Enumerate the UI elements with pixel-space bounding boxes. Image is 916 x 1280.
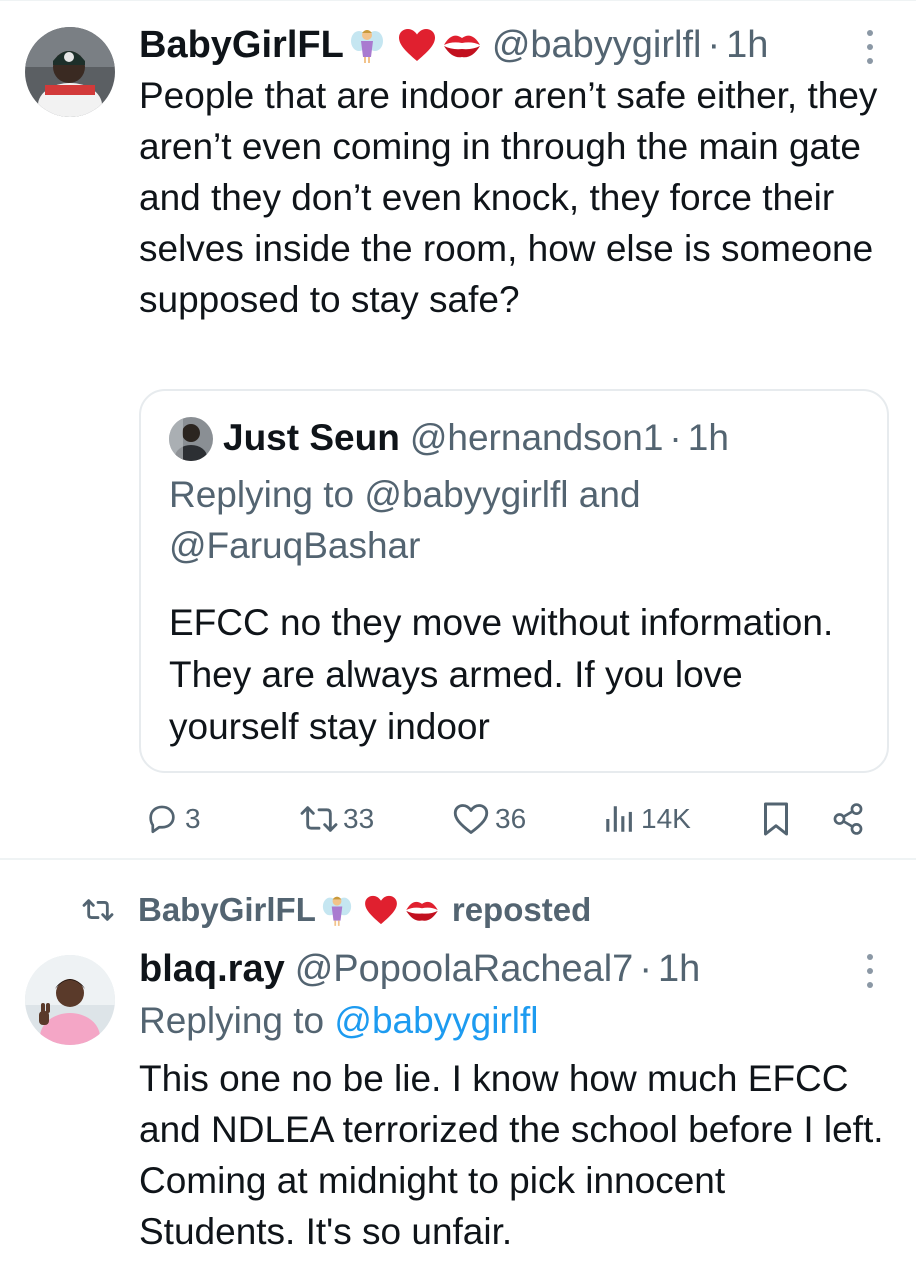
fairy-emoji-icon bbox=[350, 27, 384, 63]
action-bar: 3 33 36 14K bbox=[139, 796, 879, 842]
quoted-tweet-text: EFCC no they move without information. T… bbox=[169, 602, 834, 747]
kiss-mark-emoji-icon bbox=[442, 29, 482, 61]
fairy-emoji-icon bbox=[322, 894, 352, 926]
view-count: 14K bbox=[641, 803, 691, 834]
red-heart-emoji-icon bbox=[398, 28, 436, 62]
repost-button[interactable]: 33 bbox=[297, 796, 374, 842]
quoted-timestamp[interactable]: 1h bbox=[688, 417, 729, 459]
separator-dot: · bbox=[639, 948, 652, 990]
bookmark-button[interactable] bbox=[761, 796, 791, 842]
author-avatar[interactable] bbox=[25, 27, 115, 117]
tweet[interactable]: BabyGirlFL @babyygirlfl · 1h People that… bbox=[0, 0, 916, 858]
reposter-name[interactable]: BabyGirlFL bbox=[138, 891, 316, 929]
red-heart-emoji-icon bbox=[364, 895, 398, 925]
tweet[interactable]: BabyGirlFL reposted blaq.ray @PopoolaRac… bbox=[0, 860, 916, 1280]
more-options-icon[interactable] bbox=[864, 30, 876, 64]
quoted-author-handle[interactable]: @hernandson1 bbox=[410, 417, 664, 459]
reply-button[interactable]: 3 bbox=[145, 796, 201, 842]
tweet-text: This one no be lie. I know how much EFCC… bbox=[139, 1058, 884, 1252]
quoted-author-avatar[interactable] bbox=[169, 417, 213, 461]
author-handle[interactable]: @babyygirlfl bbox=[492, 21, 702, 69]
replying-to: Replying to @babyygirlfl bbox=[139, 995, 539, 1046]
author-name[interactable]: blaq.ray bbox=[139, 945, 285, 993]
author-avatar[interactable] bbox=[25, 955, 115, 1045]
share-button[interactable] bbox=[831, 796, 865, 842]
quoted-tweet-header: Just Seun @hernandson1 · 1h bbox=[223, 413, 729, 463]
bookmark-icon bbox=[764, 802, 788, 836]
reply-count: 3 bbox=[185, 803, 201, 834]
separator-dot: · bbox=[669, 417, 682, 458]
views-button[interactable]: 14K bbox=[603, 796, 691, 842]
reply-icon bbox=[149, 805, 175, 834]
kiss-mark-emoji-icon bbox=[404, 896, 440, 924]
repost-count: 33 bbox=[343, 803, 375, 834]
replying-to-label: Replying to bbox=[139, 1000, 325, 1041]
timestamp[interactable]: 1h bbox=[726, 21, 768, 69]
replying-to-handle-link[interactable]: @babyygirlfl bbox=[334, 1000, 538, 1041]
tweet-text: People that are indoor aren’t safe eithe… bbox=[139, 75, 878, 320]
repost-context: BabyGirlFL reposted bbox=[80, 888, 591, 932]
quoted-author-name[interactable]: Just Seun bbox=[223, 417, 400, 459]
like-count: 36 bbox=[495, 803, 527, 834]
author-name[interactable]: BabyGirlFL bbox=[139, 21, 344, 69]
tweet-header: blaq.ray @PopoolaRacheal7 · 1h bbox=[139, 945, 700, 993]
quoted-replying-to: Replying to @babyygirlfl and @FaruqBasha… bbox=[169, 474, 641, 566]
quoted-tweet[interactable]: Just Seun @hernandson1 · 1h Replying to … bbox=[139, 389, 889, 773]
repost-icon bbox=[82, 899, 114, 921]
more-options-icon[interactable] bbox=[864, 954, 876, 988]
reposted-label: reposted bbox=[451, 891, 592, 928]
timestamp[interactable]: 1h bbox=[658, 945, 700, 993]
heart-icon bbox=[453, 804, 489, 834]
share-icon bbox=[833, 803, 863, 835]
author-handle[interactable]: @PopoolaRacheal7 bbox=[295, 945, 634, 993]
repost-icon bbox=[300, 806, 338, 832]
separator-dot: · bbox=[707, 24, 721, 66]
views-icon bbox=[606, 806, 632, 832]
like-button[interactable]: 36 bbox=[453, 796, 526, 842]
tweet-header: BabyGirlFL @babyygirlfl · 1h bbox=[139, 21, 768, 69]
